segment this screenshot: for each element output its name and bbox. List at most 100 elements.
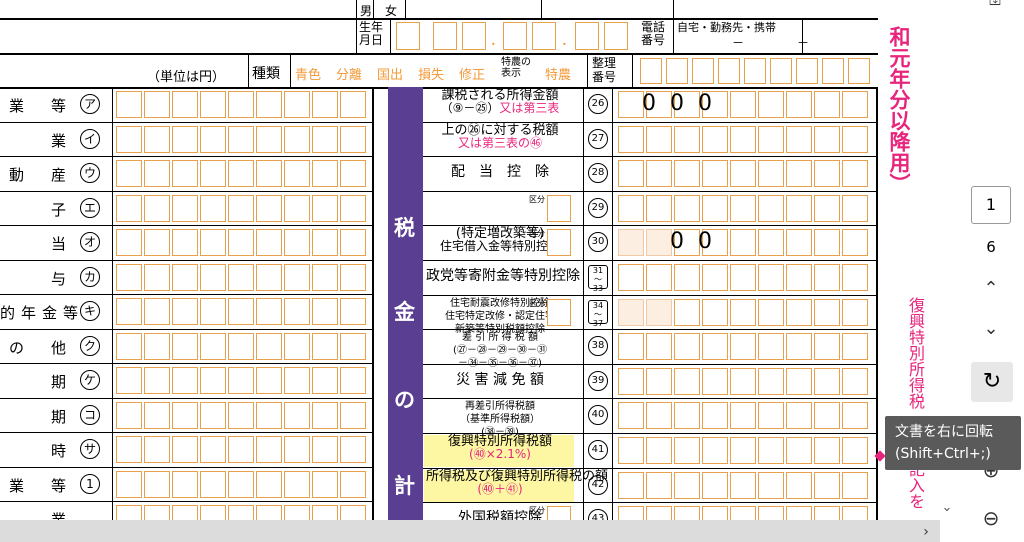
ref-number-cell[interactable] xyxy=(640,58,662,84)
tax-digit-cell[interactable] xyxy=(646,229,672,256)
amount-digit-cell[interactable] xyxy=(172,264,198,291)
ref-number-cell[interactable] xyxy=(822,58,844,84)
amount-digit-cell[interactable] xyxy=(340,126,366,153)
tax-digit-cell[interactable] xyxy=(702,472,728,499)
tax-digit-cell[interactable] xyxy=(646,368,672,395)
amount-digit-cell[interactable] xyxy=(200,91,226,118)
tax-digit-cell[interactable] xyxy=(674,264,700,291)
amount-digit-cell[interactable] xyxy=(256,264,282,291)
ref-number-cell[interactable] xyxy=(848,58,870,84)
tax-digit-cell[interactable] xyxy=(618,91,644,118)
amount-digit-cell[interactable] xyxy=(200,264,226,291)
tax-digit-cell[interactable] xyxy=(814,195,840,222)
tax-digit-cell[interactable] xyxy=(842,264,868,291)
amount-digit-cell[interactable] xyxy=(228,505,254,520)
amount-digit-cell[interactable] xyxy=(340,91,366,118)
tax-digit-cell[interactable] xyxy=(618,229,644,256)
amount-digit-cell[interactable] xyxy=(172,160,198,187)
amount-digit-cell[interactable] xyxy=(312,505,338,520)
tax-digit-cell[interactable] xyxy=(646,506,672,520)
tax-digit-cell[interactable] xyxy=(786,402,812,429)
amount-digit-cell[interactable] xyxy=(172,333,198,360)
tax-digit-cell[interactable] xyxy=(646,333,672,360)
tax-digit-cell[interactable] xyxy=(842,333,868,360)
amount-digit-cell[interactable] xyxy=(116,126,142,153)
tax-digit-cell[interactable] xyxy=(842,368,868,395)
kubun-cell[interactable] xyxy=(547,299,571,326)
amount-digit-cell[interactable] xyxy=(172,436,198,463)
tax-digit-cell[interactable] xyxy=(758,195,784,222)
rotate-clockwise-icon[interactable]: ↻ xyxy=(971,362,1013,402)
amount-digit-cell[interactable] xyxy=(116,160,142,187)
amount-digit-cell[interactable] xyxy=(256,298,282,325)
amount-digit-cell[interactable] xyxy=(256,160,282,187)
tax-digit-cell[interactable] xyxy=(758,333,784,360)
tax-digit-cell[interactable] xyxy=(730,91,756,118)
amount-digit-cell[interactable] xyxy=(312,229,338,256)
amount-digit-cell[interactable] xyxy=(200,298,226,325)
amount-digit-cell[interactable] xyxy=(312,195,338,222)
amount-digit-cell[interactable] xyxy=(144,126,170,153)
tax-digit-cell[interactable] xyxy=(814,264,840,291)
amount-digit-cell[interactable] xyxy=(256,333,282,360)
tax-digit-cell[interactable] xyxy=(814,333,840,360)
special-item[interactable]: 特農 xyxy=(545,64,571,83)
tax-digit-cell[interactable] xyxy=(646,437,672,464)
amount-digit-cell[interactable] xyxy=(144,91,170,118)
amount-digit-cell[interactable] xyxy=(228,436,254,463)
amount-digit-cell[interactable] xyxy=(340,402,366,429)
amount-digit-cell[interactable] xyxy=(200,367,226,394)
amount-digit-cell[interactable] xyxy=(228,264,254,291)
tax-digit-cell[interactable] xyxy=(702,264,728,291)
amount-digit-cell[interactable] xyxy=(228,333,254,360)
amount-digit-cell[interactable] xyxy=(144,229,170,256)
tax-digit-cell[interactable] xyxy=(618,402,644,429)
amount-digit-cell[interactable] xyxy=(116,195,142,222)
amount-digit-cell[interactable] xyxy=(284,91,310,118)
kind-sonshitsu[interactable]: 損失 xyxy=(418,64,444,83)
tax-digit-cell[interactable] xyxy=(702,299,728,326)
birth-day-cell[interactable] xyxy=(575,22,599,50)
amount-digit-cell[interactable] xyxy=(256,91,282,118)
tax-digit-cell[interactable] xyxy=(758,437,784,464)
tax-digit-cell[interactable] xyxy=(646,472,672,499)
amount-digit-cell[interactable] xyxy=(116,436,142,463)
amount-digit-cell[interactable] xyxy=(312,264,338,291)
amount-digit-cell[interactable] xyxy=(256,229,282,256)
tax-digit-cell[interactable] xyxy=(646,299,672,326)
ref-number-cell[interactable] xyxy=(770,58,792,84)
amount-digit-cell[interactable] xyxy=(172,471,198,498)
amount-digit-cell[interactable] xyxy=(312,333,338,360)
amount-digit-cell[interactable] xyxy=(144,160,170,187)
current-page-field[interactable]: 1 xyxy=(971,186,1011,224)
tax-digit-cell[interactable] xyxy=(702,506,728,520)
tax-digit-cell[interactable] xyxy=(674,195,700,222)
amount-digit-cell[interactable] xyxy=(228,402,254,429)
tax-digit-cell[interactable] xyxy=(702,195,728,222)
tax-digit-cell[interactable] xyxy=(730,160,756,187)
amount-digit-cell[interactable] xyxy=(200,471,226,498)
birth-year-cell[interactable] xyxy=(462,22,486,50)
amount-digit-cell[interactable] xyxy=(312,298,338,325)
kind-aoiro[interactable]: 青色 xyxy=(295,64,321,83)
amount-digit-cell[interactable] xyxy=(340,160,366,187)
amount-digit-cell[interactable] xyxy=(284,264,310,291)
amount-digit-cell[interactable] xyxy=(284,229,310,256)
amount-digit-cell[interactable] xyxy=(200,505,226,520)
tax-digit-cell[interactable] xyxy=(758,472,784,499)
tax-digit-cell[interactable] xyxy=(618,368,644,395)
amount-digit-cell[interactable] xyxy=(284,126,310,153)
amount-digit-cell[interactable] xyxy=(284,333,310,360)
tax-digit-cell[interactable] xyxy=(730,368,756,395)
tax-digit-cell[interactable] xyxy=(814,437,840,464)
tax-digit-cell[interactable] xyxy=(786,437,812,464)
tax-digit-cell[interactable] xyxy=(618,437,644,464)
amount-digit-cell[interactable] xyxy=(340,298,366,325)
amount-digit-cell[interactable] xyxy=(340,367,366,394)
horizontal-scrollbar[interactable] xyxy=(0,520,940,542)
amount-digit-cell[interactable] xyxy=(172,298,198,325)
amount-digit-cell[interactable] xyxy=(340,471,366,498)
tax-digit-cell[interactable] xyxy=(786,160,812,187)
tax-digit-cell[interactable] xyxy=(702,437,728,464)
amount-digit-cell[interactable] xyxy=(200,195,226,222)
